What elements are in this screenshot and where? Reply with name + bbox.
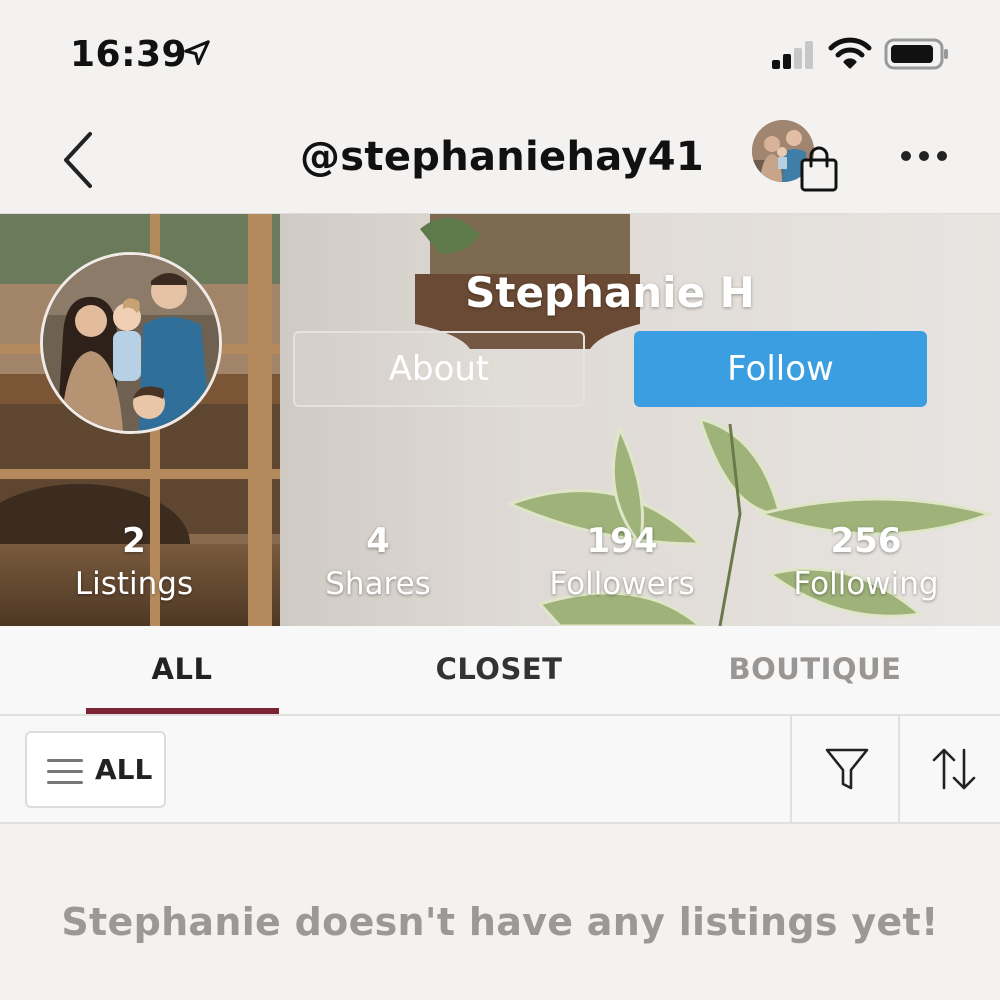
category-filter-label: ALL xyxy=(95,753,153,786)
category-filter-button[interactable]: ALL xyxy=(25,731,166,808)
stat-value: 194 xyxy=(586,521,658,561)
wifi-icon xyxy=(828,37,872,69)
sort-button[interactable] xyxy=(898,716,1000,822)
stat-value: 256 xyxy=(830,521,902,561)
status-bar: 16:39 xyxy=(0,0,1000,110)
tab-closet[interactable]: CLOSET xyxy=(349,652,649,686)
stat-label: Listings xyxy=(74,566,194,602)
location-arrow-icon xyxy=(184,40,210,66)
stat-following[interactable]: 256 Following xyxy=(756,520,976,606)
signal-bars-icon xyxy=(772,41,813,69)
tab-all[interactable]: ALL xyxy=(32,652,332,686)
tab-boutique[interactable]: BOUTIQUE xyxy=(665,652,965,686)
stat-followers[interactable]: 194 Followers xyxy=(512,520,732,606)
battery-icon xyxy=(884,38,948,70)
active-tab-indicator xyxy=(86,708,279,714)
sort-arrows-icon xyxy=(932,748,976,790)
stat-label: Following xyxy=(793,566,939,602)
follow-button[interactable]: Follow xyxy=(634,331,927,407)
status-time: 16:39 xyxy=(70,34,188,75)
filter-bar: ALL xyxy=(0,716,1000,824)
shopping-bag-icon[interactable] xyxy=(798,146,842,192)
about-button[interactable]: About xyxy=(293,331,585,407)
hamburger-icon xyxy=(47,759,83,784)
stat-value: 4 xyxy=(366,521,390,561)
navigation-bar: @stephaniehay41 xyxy=(0,110,1000,214)
more-dots-icon[interactable] xyxy=(898,146,950,166)
profile-photo[interactable] xyxy=(40,252,222,434)
profile-name: Stephanie H xyxy=(465,268,755,317)
stat-label: Shares xyxy=(325,566,431,602)
filter-button[interactable] xyxy=(790,716,898,822)
back-chevron-icon[interactable] xyxy=(58,130,98,190)
funnel-filter-icon xyxy=(825,748,869,790)
profile-cover: Stephanie H About Follow 2 Listings 4 Sh… xyxy=(0,214,1000,626)
empty-state-message: Stephanie doesn't have any listings yet! xyxy=(61,900,939,944)
profile-photo-image xyxy=(43,255,219,431)
closet-tabs: ALL CLOSET BOUTIQUE xyxy=(0,626,1000,716)
stat-shares[interactable]: 4 Shares xyxy=(268,520,488,606)
page-title: @stephaniehay41 xyxy=(300,134,704,180)
empty-listings-area: Stephanie doesn't have any listings yet! xyxy=(0,824,1000,1000)
stat-label: Followers xyxy=(549,566,695,602)
stat-listings[interactable]: 2 Listings xyxy=(24,520,244,606)
stat-value: 2 xyxy=(122,521,146,561)
